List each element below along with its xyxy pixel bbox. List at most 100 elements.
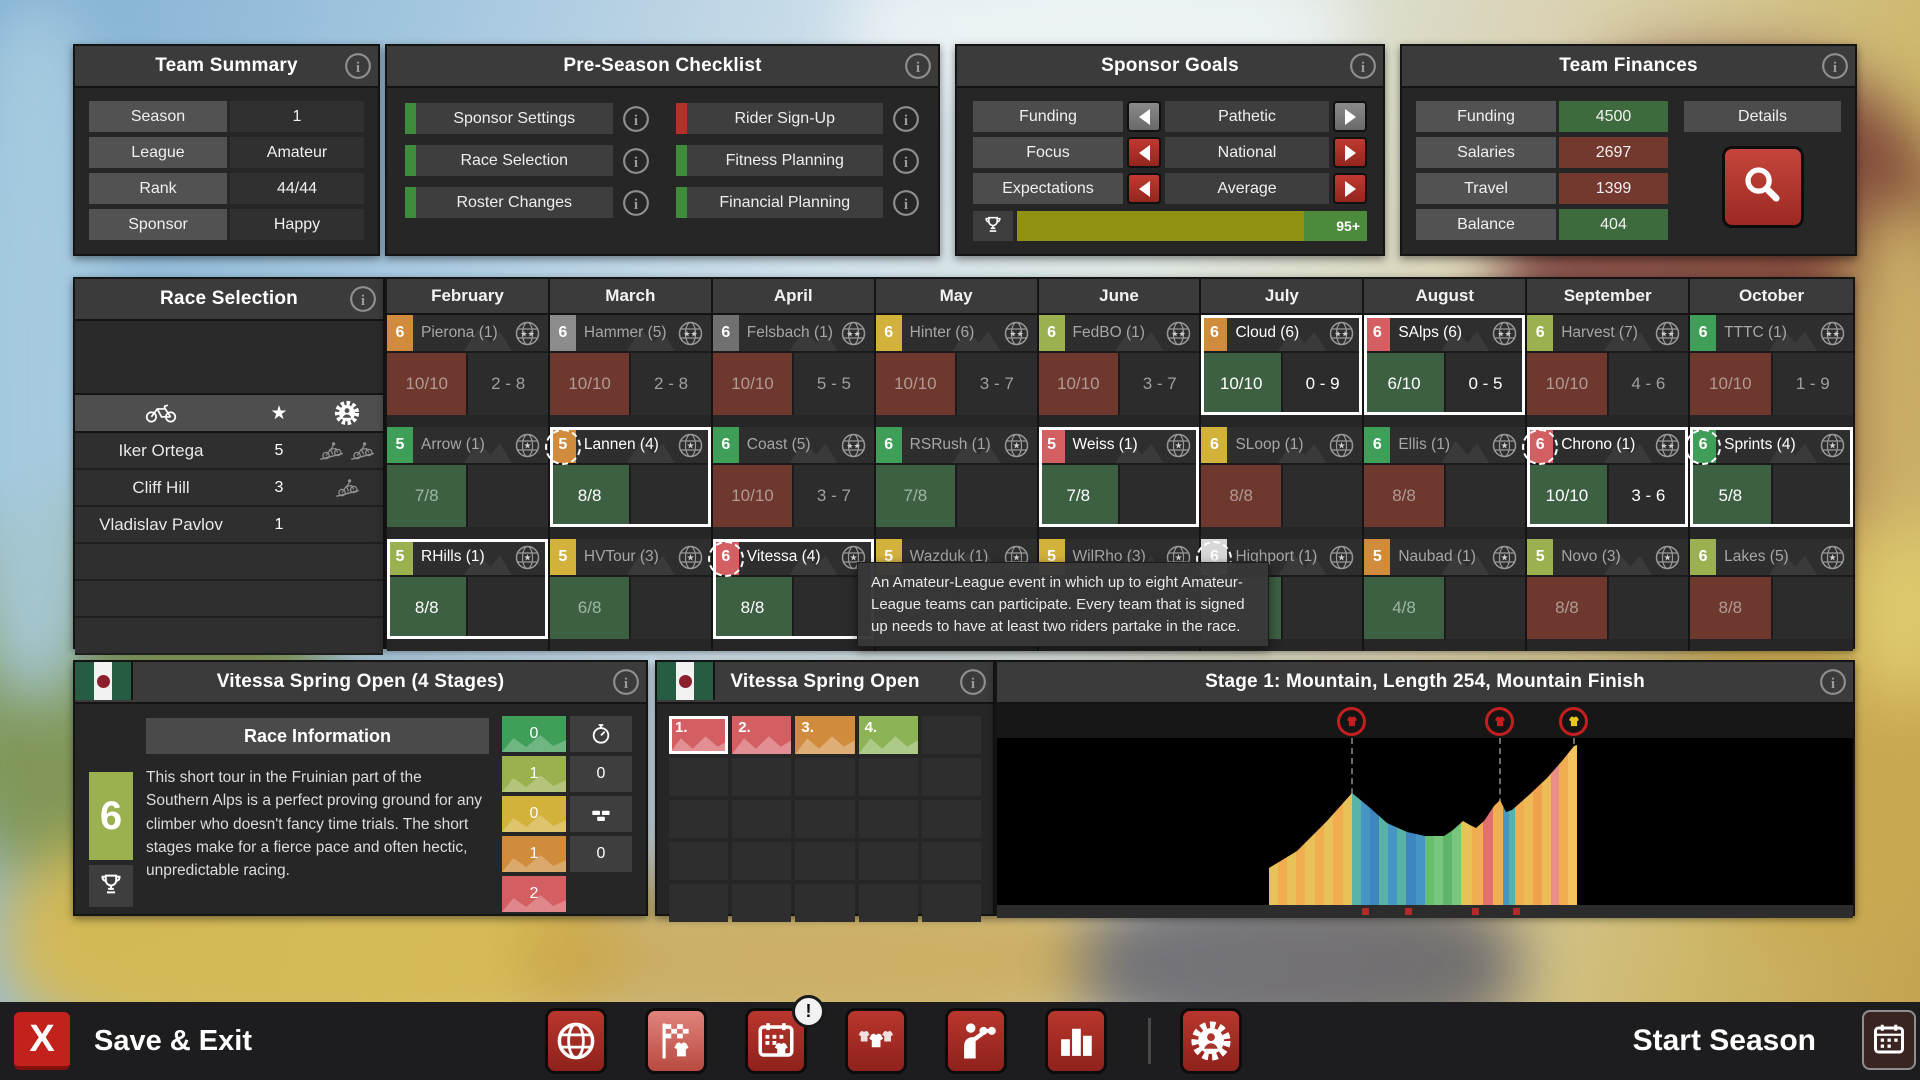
race-attendance: 10/10	[1527, 353, 1606, 415]
rider-row[interactable]: Vladislav Pavlov 1	[75, 507, 383, 544]
race-cell[interactable]: 6 RSRush (1) ★ 7/8	[876, 427, 1039, 539]
race-cell[interactable]: 6 Felsbach (1) ★★ 10/10 5 - 5	[713, 315, 876, 427]
planner-button[interactable]: !	[745, 1008, 807, 1074]
globe-stars-icon: ★★	[677, 320, 704, 347]
info-icon[interactable]: i	[622, 147, 650, 175]
stage-tile[interactable]: 3.	[795, 716, 854, 754]
race-cell[interactable]: 6 FedBO (1) ★★ 10/10 3 - 7	[1039, 315, 1202, 427]
start-season-button[interactable]: Start Season	[1633, 1002, 1816, 1080]
svg-text:i: i	[624, 676, 628, 692]
race-attendance: 10/10	[550, 353, 629, 415]
increase-arrow-button[interactable]	[1333, 173, 1367, 204]
info-icon[interactable]: i	[904, 52, 932, 80]
profile-scroll-strip[interactable]	[997, 905, 1853, 918]
info-icon[interactable]: i	[622, 105, 650, 133]
profile-marker	[1362, 908, 1369, 915]
rider-row[interactable]: Cliff Hill 3	[75, 470, 383, 507]
staff-button[interactable]	[1180, 1008, 1242, 1074]
race-cell[interactable]: 5 Lannen (4) ★ 8/8	[550, 427, 713, 539]
race-name: Hinter (6)	[910, 324, 975, 342]
rider-icon	[145, 402, 177, 424]
info-icon[interactable]: i	[349, 285, 377, 313]
info-icon[interactable]: i	[892, 105, 920, 133]
races-button[interactable]	[645, 1008, 707, 1074]
checklist-item[interactable]: Rider Sign-Up i	[676, 103, 921, 134]
world-button[interactable]	[545, 1008, 607, 1074]
race-cell[interactable]: 6 SAlps (6) ★★ 6/10 0 - 5	[1364, 315, 1527, 427]
race-cell[interactable]: 6 Chrono (1) ★★ 10/10 3 - 6	[1527, 427, 1690, 539]
race-cell[interactable]: 6 Sprints (4) ★ 5/8	[1690, 427, 1853, 539]
summary-row: Sponsor Happy	[89, 209, 364, 240]
finance-details-magnifier-button[interactable]	[1722, 146, 1804, 228]
race-cell[interactable]: 6 Coast (5) ★★ 10/10 3 - 7	[713, 427, 876, 539]
calendar-corner-button[interactable]	[1862, 1010, 1916, 1070]
svg-text:i: i	[633, 154, 637, 170]
exit-button[interactable]: X	[14, 1012, 70, 1070]
stage-tile[interactable]: 1.	[669, 716, 728, 754]
progress-fill	[1017, 211, 1304, 241]
decrease-arrow-button[interactable]	[1127, 173, 1161, 204]
race-range: 5 - 5	[794, 353, 873, 415]
checklist-item[interactable]: Financial Planning i	[676, 187, 921, 218]
checklist-item[interactable]: Roster Changes i	[405, 187, 650, 218]
jersey-marker[interactable]	[1485, 707, 1514, 736]
stage-tile[interactable]: 4.	[859, 716, 918, 754]
race-cell[interactable]: 6 Harvest (7) ★★ 10/10 4 - 6	[1527, 315, 1690, 427]
info-icon[interactable]: i	[1821, 52, 1849, 80]
info-icon[interactable]: i	[959, 668, 987, 696]
empty-stage-slot	[859, 884, 918, 922]
race-attendance: 10/10	[1039, 353, 1118, 415]
jersey-marker[interactable]	[1559, 707, 1588, 736]
info-icon[interactable]: i	[892, 189, 920, 217]
race-cell[interactable]: 5 Novo (3) ★ 8/8	[1527, 539, 1690, 651]
info-icon[interactable]: i	[344, 52, 372, 80]
race-range	[1120, 465, 1199, 527]
race-cell[interactable]: 6 Lakes (5) ★ 8/8	[1690, 539, 1853, 651]
race-cell[interactable]: 5 RHills (1) ★ 8/8	[387, 539, 550, 651]
info-icon[interactable]: i	[622, 189, 650, 217]
save-exit-label[interactable]: Save & Exit	[94, 1002, 252, 1080]
race-cell[interactable]: 6 Pierona (1) ★★ 10/10 2 - 8	[387, 315, 550, 427]
info-icon[interactable]: i	[892, 147, 920, 175]
empty-stage-slot	[922, 800, 981, 838]
race-cell[interactable]: 6 Cloud (6) ★★ 10/10 0 - 9	[1201, 315, 1364, 427]
svg-text:i: i	[1831, 676, 1835, 692]
stage-tile[interactable]: 2.	[732, 716, 791, 754]
panel-title: Team Finances	[1559, 55, 1697, 77]
info-icon[interactable]: i	[1349, 52, 1377, 80]
checklist-item[interactable]: Race Selection i	[405, 145, 650, 176]
stats-button[interactable]	[1045, 1008, 1107, 1074]
race-cell[interactable]: 6 Vitessa (4) ★ 8/8	[713, 539, 876, 651]
fruinia-flag	[75, 662, 133, 700]
team-button[interactable]	[845, 1008, 907, 1074]
race-category-number: 6	[876, 427, 902, 463]
rider-row[interactable]: Iker Ortega 5	[75, 433, 383, 470]
decrease-arrow-button[interactable]	[1127, 137, 1161, 168]
race-cell[interactable]: 6 TTTC (1) ★★ 10/10 1 - 9	[1690, 315, 1853, 427]
increase-arrow-button[interactable]	[1333, 101, 1367, 132]
scouting-button[interactable]	[945, 1008, 1007, 1074]
race-cell[interactable]: 6 Hinter (6) ★★ 10/10 3 - 7	[876, 315, 1039, 427]
info-icon[interactable]: i	[1819, 668, 1847, 696]
empty-rider-row	[75, 618, 383, 655]
race-cell[interactable]: 5 HVTour (3) ★ 6/8	[550, 539, 713, 651]
race-cell[interactable]: 5 Arrow (1) ★ 7/8	[387, 427, 550, 539]
race-cell[interactable]: 6 Ellis (1) ★ 8/8	[1364, 427, 1527, 539]
status-indicator	[405, 187, 416, 218]
details-button[interactable]: Details	[1684, 101, 1841, 132]
race-cell[interactable]: 6 Hammer (5) ★★ 10/10 2 - 8	[550, 315, 713, 427]
increase-arrow-button[interactable]	[1333, 137, 1367, 168]
checklist-item[interactable]: Sponsor Settings i	[405, 103, 650, 134]
info-icon[interactable]: i	[612, 668, 640, 696]
stage-list-title: Vitessa Spring Open	[730, 671, 919, 693]
jersey-marker[interactable]	[1337, 707, 1366, 736]
race-tooltip: An Amateur-League event in which up to e…	[857, 562, 1269, 647]
race-cell[interactable]: 5 Naubad (1) ★ 4/8	[1364, 539, 1527, 651]
checklist-item[interactable]: Fitness Planning i	[676, 145, 921, 176]
race-category-number: 6	[1201, 427, 1227, 463]
decrease-arrow-button[interactable]	[1127, 101, 1161, 132]
race-range	[1283, 465, 1362, 527]
race-cell[interactable]: 6 SLoop (1) ★ 8/8	[1201, 427, 1364, 539]
svg-text:★: ★	[1664, 552, 1672, 562]
race-cell[interactable]: 5 Weiss (1) ★ 7/8	[1039, 427, 1202, 539]
